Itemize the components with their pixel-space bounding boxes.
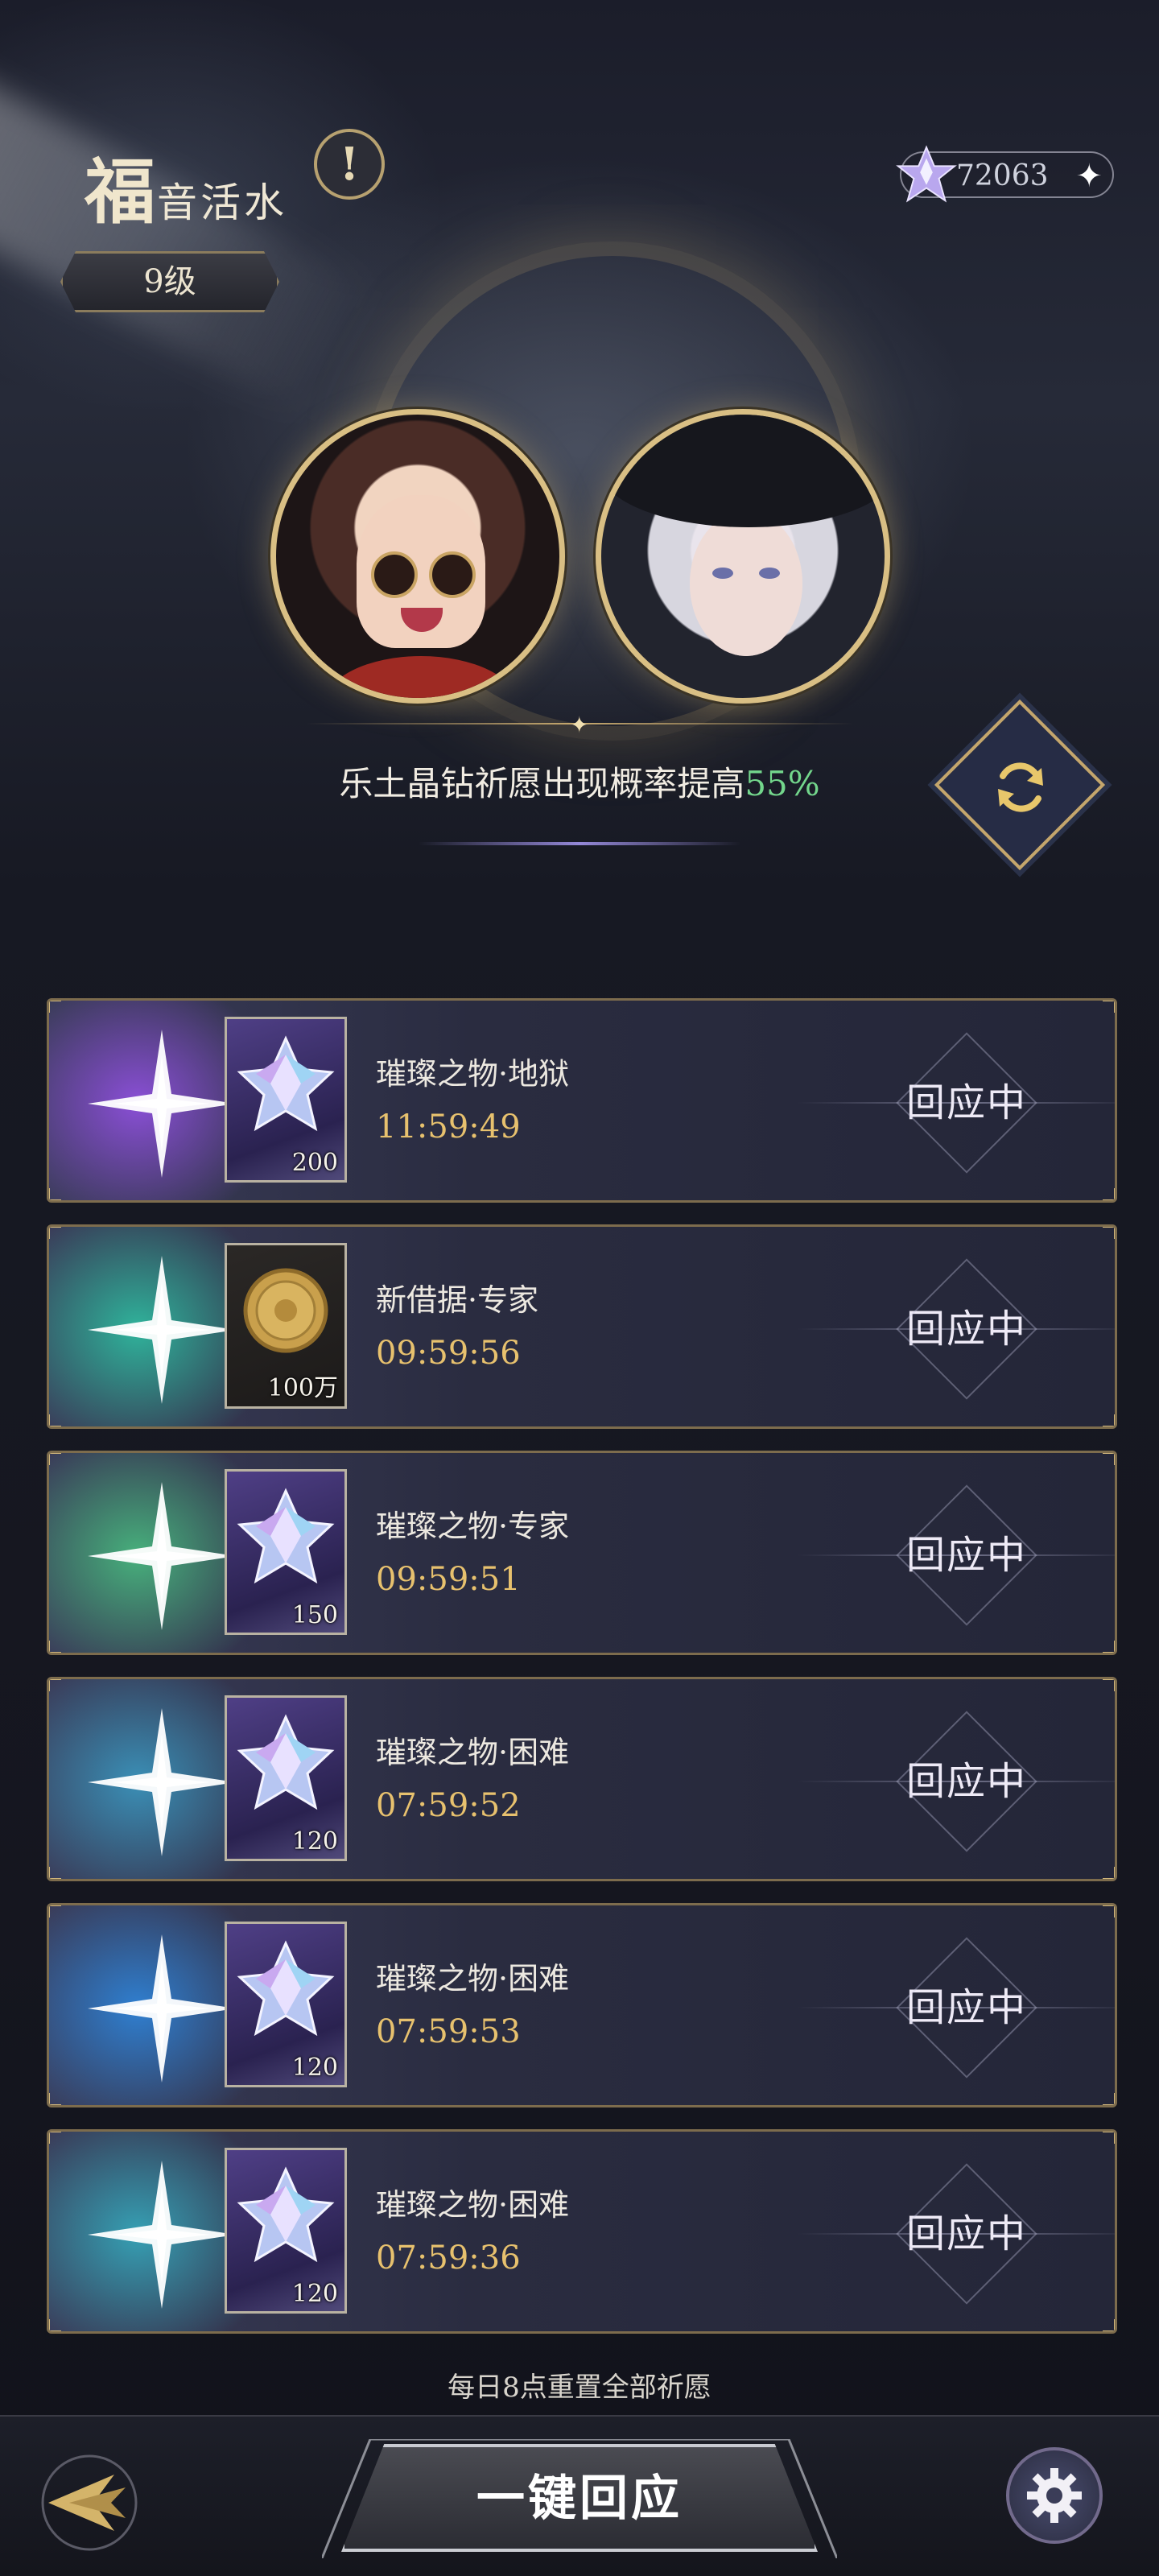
reward-item[interactable]: 200 bbox=[225, 1017, 347, 1183]
respond-all-button[interactable]: 一键回应 bbox=[341, 2444, 818, 2552]
reward-item[interactable]: 120 bbox=[225, 2148, 347, 2314]
wish-card-1[interactable]: 200 璀璨之物·地狱 11:59:49 回应中 bbox=[47, 998, 1117, 1203]
wish-timer: 09:59:51 bbox=[376, 1561, 521, 1598]
wish-star-icon bbox=[88, 2161, 236, 2309]
refresh-icon[interactable] bbox=[985, 752, 1056, 823]
gear-icon[interactable] bbox=[1022, 2463, 1087, 2528]
level-badge: 9级 bbox=[60, 251, 279, 312]
divider bbox=[419, 842, 740, 845]
wish-star-icon bbox=[88, 1708, 236, 1856]
currency-display[interactable]: 72063 ✦ bbox=[896, 145, 1114, 203]
crystal-icon bbox=[237, 1488, 335, 1584]
reward-quantity: 120 bbox=[291, 2054, 338, 2082]
wish-timer: 07:59:36 bbox=[376, 2240, 521, 2277]
boost-text: 乐土晶钻祈愿出现概率提高55% bbox=[339, 764, 820, 803]
reset-note: 每日8点重置全部祈愿 bbox=[448, 2372, 711, 2404]
character-portrait-right[interactable] bbox=[596, 409, 890, 704]
reward-quantity: 100万 bbox=[267, 1374, 338, 1402]
wish-name: 璀璨之物·困难 bbox=[376, 1961, 570, 1996]
crystal-gem-icon bbox=[896, 145, 957, 203]
wish-card-4[interactable]: 120 璀璨之物·困难 07:59:52 回应中 bbox=[47, 1677, 1117, 1881]
boost-percent: 55% bbox=[744, 764, 820, 803]
wish-card-3[interactable]: 150 璀璨之物·专家 09:59:51 回应中 bbox=[47, 1451, 1117, 1655]
reward-item[interactable]: 150 bbox=[225, 1469, 347, 1635]
reward-quantity: 120 bbox=[291, 2280, 338, 2308]
respond-status-button[interactable]: 回应中 bbox=[870, 1294, 1063, 1364]
crystal-icon bbox=[237, 1035, 335, 1132]
wish-card-6[interactable]: 120 璀璨之物·困难 07:59:36 回应中 bbox=[47, 2129, 1117, 2334]
wish-name: 新借据·专家 bbox=[376, 1282, 539, 1318]
wish-name: 璀璨之物·专家 bbox=[376, 1509, 570, 1544]
reward-quantity: 120 bbox=[291, 1827, 338, 1856]
wish-name: 璀璨之物·困难 bbox=[376, 1735, 570, 1770]
reward-quantity: 200 bbox=[291, 1149, 338, 1177]
crystal-icon bbox=[237, 1714, 335, 1810]
wish-timer: 07:59:52 bbox=[376, 1787, 521, 1824]
wish-timer: 11:59:49 bbox=[376, 1108, 521, 1146]
crystal-icon bbox=[237, 2166, 335, 2263]
wish-star-icon bbox=[88, 1934, 236, 2083]
title-first-char: 福 bbox=[85, 150, 158, 233]
page-title: 福音活水 bbox=[85, 135, 287, 237]
info-button[interactable]: ! bbox=[314, 129, 385, 200]
reward-item[interactable]: 120 bbox=[225, 1922, 347, 2087]
character-portrait-left[interactable] bbox=[270, 409, 565, 704]
wish-name: 璀璨之物·困难 bbox=[376, 2187, 570, 2223]
respond-status-button[interactable]: 回应中 bbox=[870, 2199, 1063, 2268]
coin-icon bbox=[243, 1268, 328, 1353]
reward-quantity: 150 bbox=[291, 1601, 338, 1629]
respond-status-button[interactable]: 回应中 bbox=[870, 1747, 1063, 1816]
wish-name: 璀璨之物·地狱 bbox=[376, 1056, 570, 1092]
title-rest: 音活水 bbox=[157, 180, 288, 226]
respond-status-button[interactable]: 回应中 bbox=[870, 1068, 1063, 1137]
currency-value: 72063 bbox=[956, 159, 1049, 192]
wish-timer: 07:59:53 bbox=[376, 2013, 521, 2050]
wish-card-5[interactable]: 120 璀璨之物·困难 07:59:53 回应中 bbox=[47, 1903, 1117, 2107]
reward-item[interactable]: 120 bbox=[225, 1695, 347, 1861]
reward-item[interactable]: 100万 bbox=[225, 1243, 347, 1409]
respond-status-button[interactable]: 回应中 bbox=[870, 1973, 1063, 2042]
respond-status-button[interactable]: 回应中 bbox=[870, 1521, 1063, 1590]
wish-timer: 09:59:56 bbox=[376, 1335, 521, 1372]
crystal-icon bbox=[237, 1940, 335, 2037]
sparkle-plus-icon[interactable]: ✦ bbox=[1075, 158, 1103, 195]
exclamation-icon: ! bbox=[339, 138, 360, 191]
wish-star-icon bbox=[88, 1256, 236, 1404]
wish-card-2[interactable]: 100万 新借据·专家 09:59:56 回应中 bbox=[47, 1224, 1117, 1429]
wish-star-icon bbox=[88, 1030, 236, 1178]
sparkle-icon: ✦ bbox=[570, 712, 589, 738]
back-arrow-icon[interactable] bbox=[37, 2450, 142, 2555]
wish-star-icon bbox=[88, 1482, 236, 1630]
